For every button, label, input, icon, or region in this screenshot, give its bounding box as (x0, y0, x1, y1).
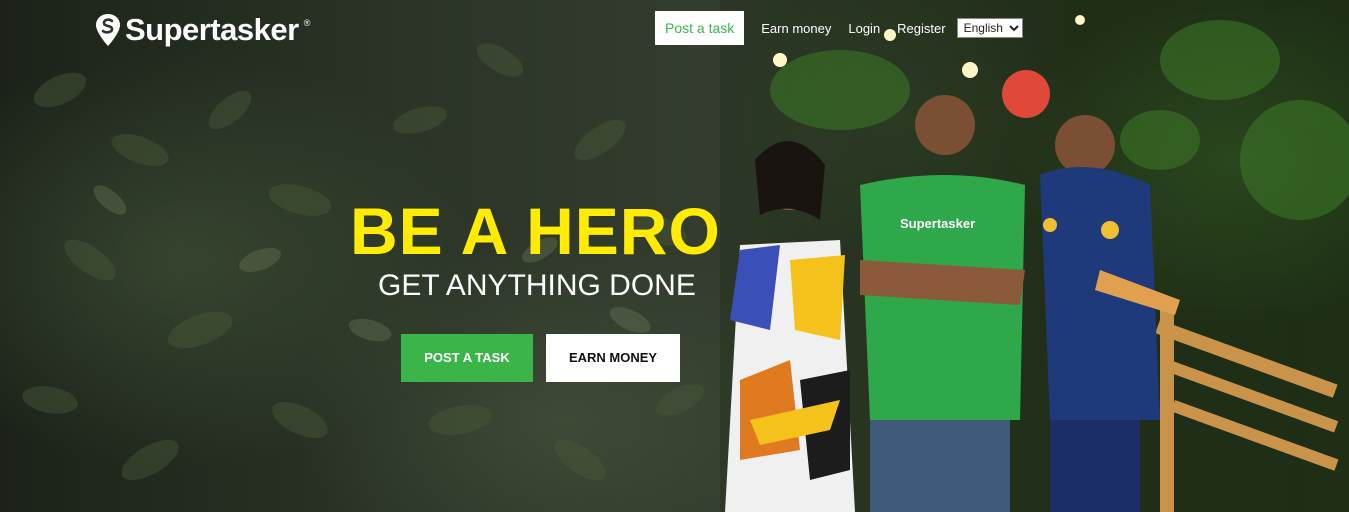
earn-money-cta-button[interactable]: EARN MONEY (546, 334, 680, 382)
nav-post-task-button[interactable]: Post a task (655, 11, 745, 45)
nav-register-link[interactable]: Register (897, 21, 945, 36)
brand-logo[interactable]: Supertasker ® (95, 12, 310, 48)
hero-photo-people: Supertasker (720, 0, 1349, 512)
supertasker-logo-icon (96, 14, 120, 46)
language-select[interactable]: English (956, 18, 1023, 38)
hero-subheadline: GET ANYTHING DONE (378, 269, 696, 302)
red-lantern (1002, 70, 1050, 118)
post-task-cta-button[interactable]: POST A TASK (401, 334, 533, 382)
brand-name: Supertasker (125, 12, 299, 47)
main-nav: Post a task Earn money Login Register En… (655, 11, 1023, 45)
hero-headline: BE A HERO (350, 194, 721, 268)
top-navigation-bar: Supertasker ® Post a task Earn money Log… (0, 0, 1349, 58)
shirt-logo-text: Supertasker (900, 216, 975, 231)
hero-section: Supertasker Supertasker ® Post a task Ea… (0, 0, 1349, 512)
registered-mark: ® (303, 18, 311, 28)
nav-login-link[interactable]: Login (848, 21, 880, 36)
nav-earn-money-link[interactable]: Earn money (761, 21, 831, 36)
